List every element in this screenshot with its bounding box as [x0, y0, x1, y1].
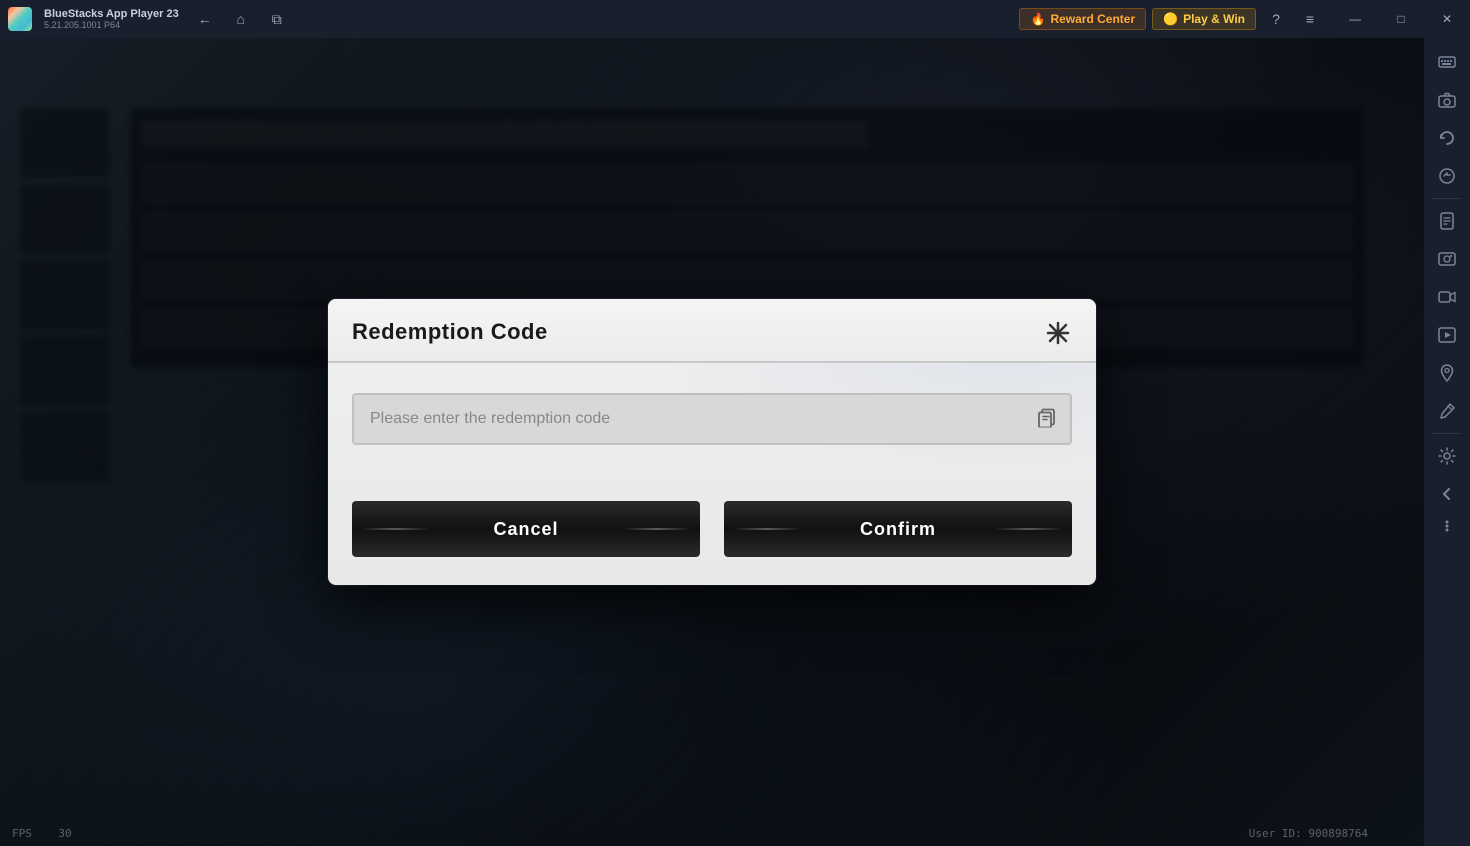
separator-2 [1433, 433, 1461, 434]
screenshot-button[interactable] [1429, 241, 1465, 277]
media-icon [1437, 325, 1457, 345]
rotate-icon [1437, 128, 1457, 148]
minimize-button[interactable]: — [1332, 0, 1378, 38]
collapse-sidebar-button[interactable] [1429, 476, 1465, 512]
redemption-modal: Redemption Code [328, 299, 1096, 585]
reward-center-label: Reward Center [1050, 12, 1135, 26]
menu-button[interactable]: ≡ [1296, 5, 1324, 33]
location-icon [1437, 363, 1457, 383]
confirm-button[interactable]: Confirm [724, 501, 1072, 557]
replay-button[interactable] [1429, 158, 1465, 194]
titlebar: BlueStacks App Player 23 5.21.205.1001 P… [0, 0, 1470, 38]
clipboard-icon [1036, 406, 1058, 428]
more-options-button[interactable] [1437, 514, 1457, 541]
cancel-button[interactable]: Cancel [352, 501, 700, 557]
location-button[interactable] [1429, 355, 1465, 391]
back-button[interactable]: ← [191, 5, 219, 33]
play-win-icon: 🟡 [1163, 12, 1178, 26]
camera-icon [1437, 90, 1457, 110]
titlebar-center: 🔥 Reward Center 🟡 Play & Win ? ≡ [291, 5, 1332, 33]
rotate-button[interactable] [1429, 120, 1465, 156]
apk-button[interactable] [1429, 203, 1465, 239]
modal-footer: Cancel Confirm [328, 501, 1096, 585]
brush-button[interactable] [1429, 393, 1465, 429]
modal-overlay: Redemption Code [0, 38, 1424, 846]
camera-button[interactable] [1429, 82, 1465, 118]
right-sidebar [1424, 38, 1470, 846]
modal-header: Redemption Code [328, 299, 1096, 363]
help-button[interactable]: ? [1262, 5, 1290, 33]
recent-button[interactable]: ⧉ [263, 5, 291, 33]
play-win-label: Play & Win [1183, 12, 1245, 26]
app-name: BlueStacks App Player 23 [44, 8, 179, 20]
close-icon [1044, 319, 1072, 347]
keyboard-button[interactable] [1429, 44, 1465, 80]
replay-icon [1437, 166, 1457, 186]
play-win-button[interactable]: 🟡 Play & Win [1152, 8, 1256, 30]
input-wrapper [352, 393, 1072, 445]
app-logo [0, 0, 40, 38]
logo-icon [8, 7, 32, 31]
settings-icon [1437, 446, 1457, 466]
apk-icon [1437, 211, 1457, 231]
paste-icon[interactable] [1036, 406, 1058, 433]
window-close-button[interactable]: ✕ [1424, 0, 1470, 38]
app-info: BlueStacks App Player 23 5.21.205.1001 P… [44, 8, 179, 30]
app-version: 5.21.205.1001 P64 [44, 20, 179, 30]
settings-button[interactable] [1429, 438, 1465, 474]
modal-body [328, 363, 1096, 501]
maximize-button[interactable]: □ [1378, 0, 1424, 38]
more-icon [1439, 516, 1455, 536]
game-viewport: Redemption Code [0, 38, 1424, 846]
home-button[interactable]: ⌂ [227, 5, 255, 33]
screenshot-icon [1437, 249, 1457, 269]
nav-controls: ← ⌂ ⧉ [191, 5, 291, 33]
brush-icon [1437, 401, 1457, 421]
keyboard-icon [1437, 52, 1457, 72]
record-icon [1437, 287, 1457, 307]
modal-title: Redemption Code [352, 319, 548, 344]
media-button[interactable] [1429, 317, 1465, 353]
reward-fire-icon: 🔥 [1030, 12, 1045, 26]
separator-1 [1433, 198, 1461, 199]
modal-close-button[interactable] [1040, 315, 1076, 351]
window-controls: — □ ✕ [1332, 0, 1470, 38]
arrow-left-icon [1439, 486, 1455, 502]
reward-center-button[interactable]: 🔥 Reward Center [1019, 8, 1146, 30]
redemption-code-input[interactable] [352, 393, 1072, 445]
record-button[interactable] [1429, 279, 1465, 315]
